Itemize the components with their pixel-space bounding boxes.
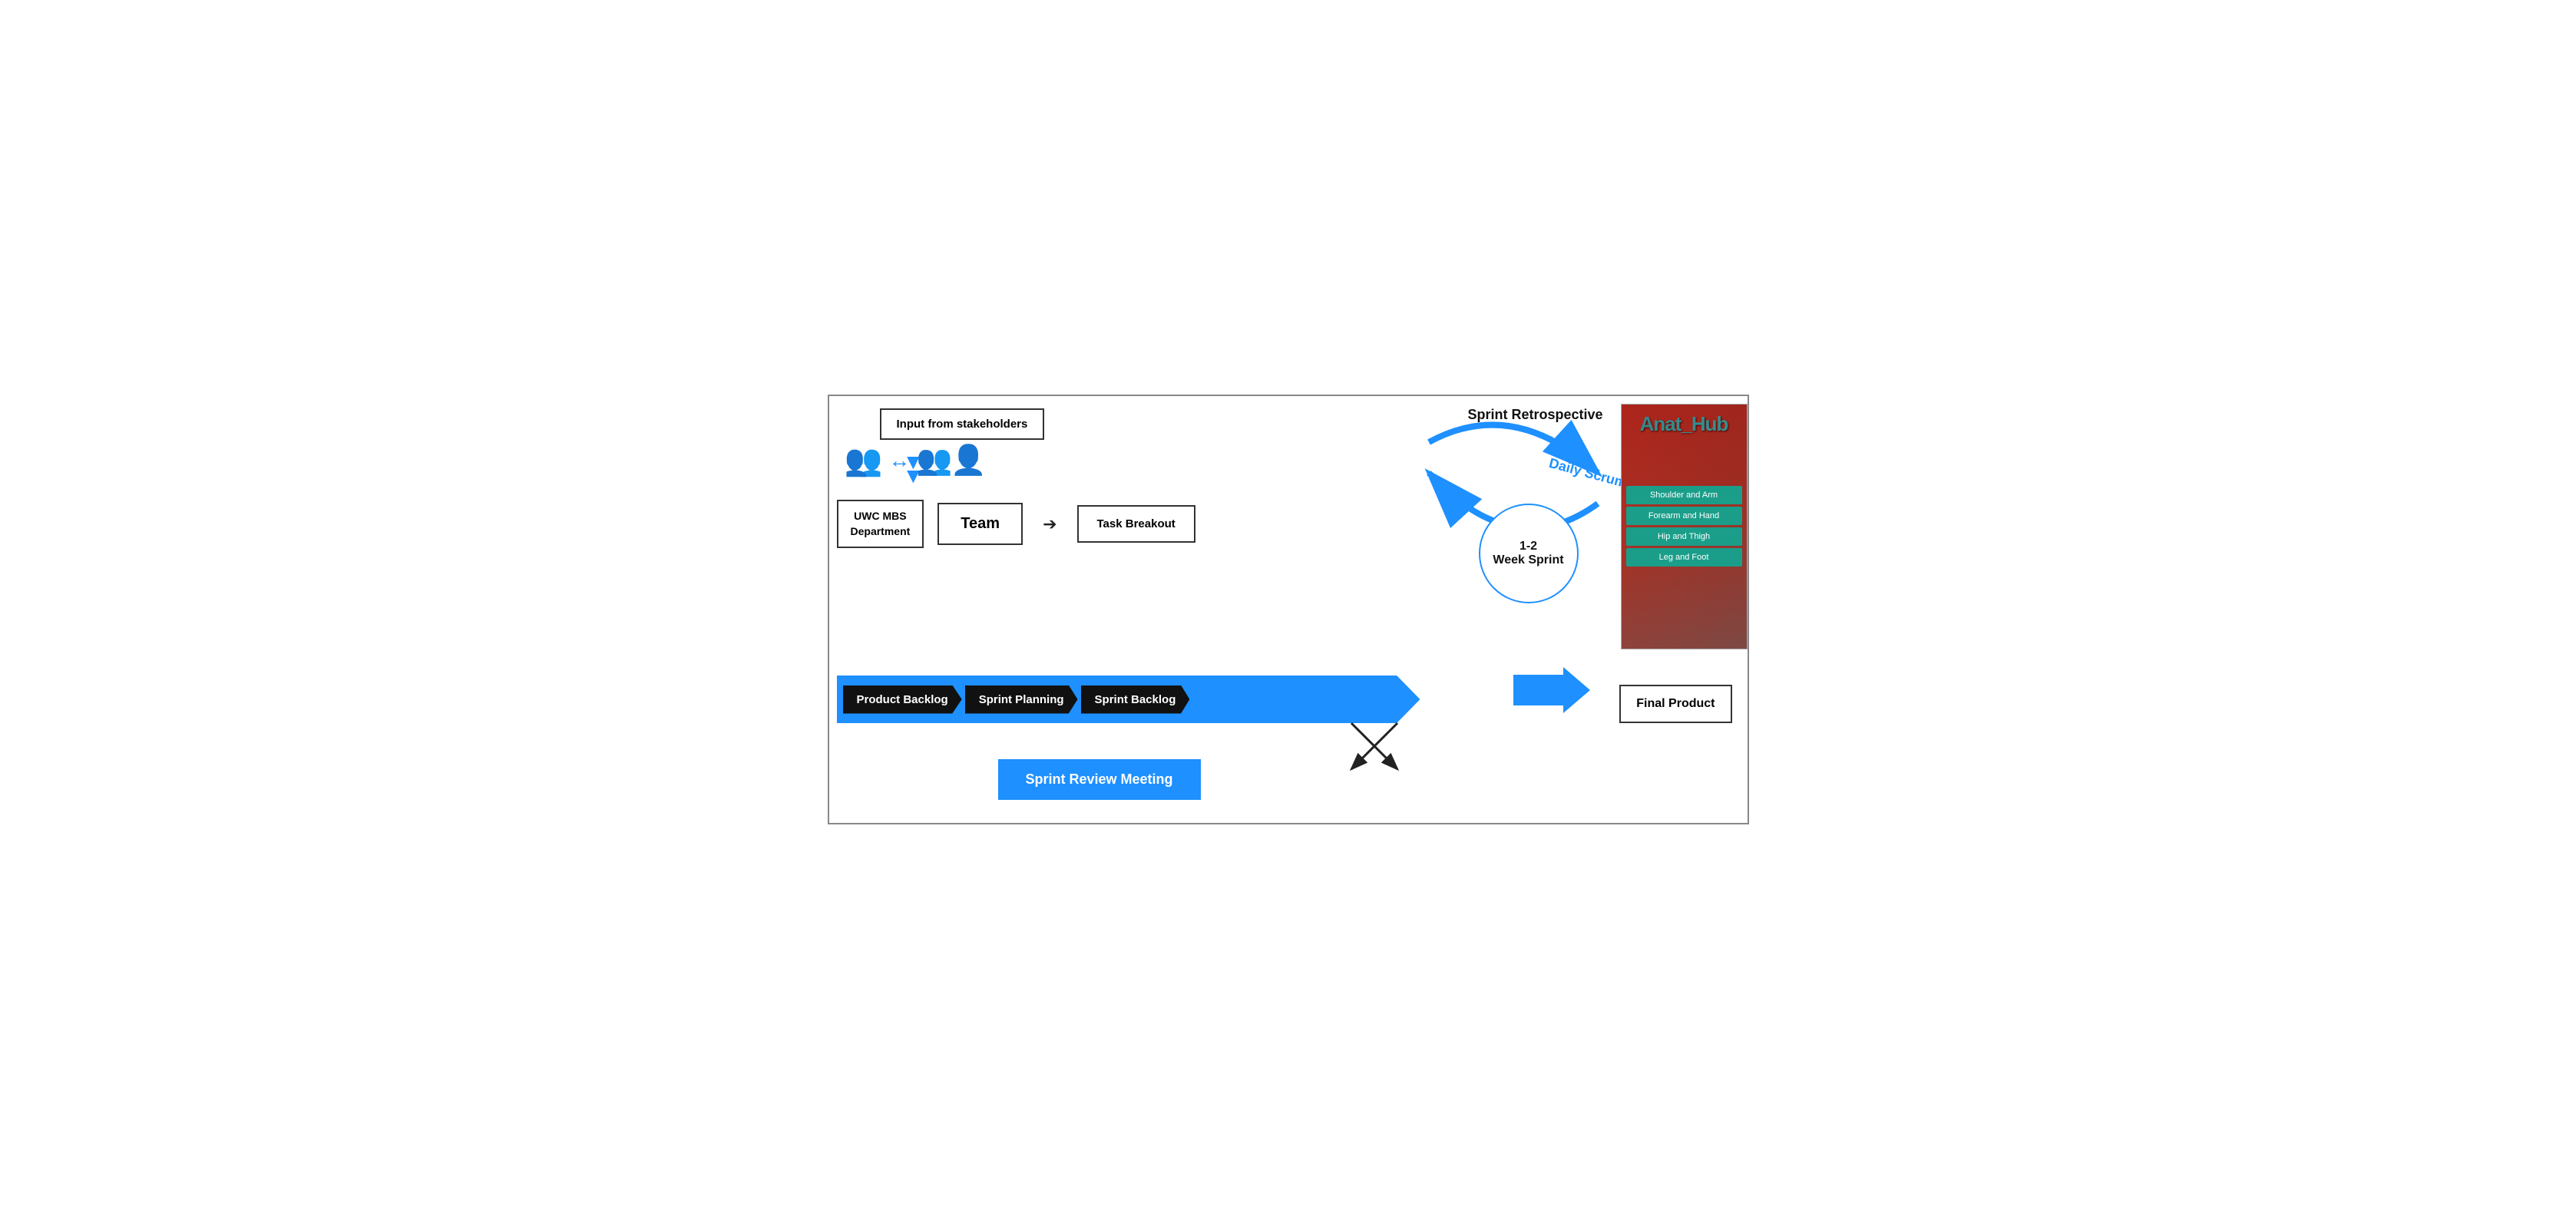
final-product-box: Final Product xyxy=(1619,685,1731,723)
arrow-team-to-task: ➔ xyxy=(1043,514,1057,534)
uwc-box: UWC MBS Department xyxy=(837,500,924,548)
team-people-icon: 👥👤 xyxy=(916,444,984,477)
menu-item-forearm[interactable]: Forearm and Hand xyxy=(1626,507,1742,525)
task-breakout-box: Task Breakout xyxy=(1077,505,1195,543)
product-backlog-box: Product Backlog xyxy=(843,685,962,714)
double-arrow-icon: ↔ xyxy=(888,448,910,473)
uwc-person-icon: 👥 xyxy=(845,442,883,478)
boxes-row: UWC MBS Department Team ➔ Task Breakout xyxy=(837,500,1195,548)
diagram-container: Input from stakeholders ▼ ▼ 👥 ↔ 👥👤 UWC M… xyxy=(828,395,1749,824)
people-icons-area: 👥 ↔ 👥👤 xyxy=(845,442,984,478)
menu-item-shoulder[interactable]: Shoulder and Arm xyxy=(1626,486,1742,504)
team-box: Team xyxy=(937,503,1023,545)
blue-right-arrow-svg xyxy=(1513,667,1590,713)
sprint-backlog-box: Sprint Backlog xyxy=(1081,685,1190,714)
sprint-planning-box: Sprint Planning xyxy=(965,685,1078,714)
flow-band-container: Product Backlog Sprint Planning Sprint B… xyxy=(837,676,1420,723)
anathub-panel: Anat_Hub Shoulder and Arm Forearm and Ha… xyxy=(1621,404,1748,649)
sprint-review-box: Sprint Review Meeting xyxy=(998,759,1201,800)
menu-item-hip[interactable]: Hip and Thigh xyxy=(1626,527,1742,546)
sprint-circle: 1-2 Week Sprint xyxy=(1479,504,1579,603)
menu-item-leg[interactable]: Leg and Foot xyxy=(1626,548,1742,567)
input-stakeholders-label: Input from stakeholders xyxy=(880,408,1045,440)
arrow-to-final-product xyxy=(1513,667,1590,717)
flow-boxes: Product Backlog Sprint Planning Sprint B… xyxy=(837,676,1420,723)
